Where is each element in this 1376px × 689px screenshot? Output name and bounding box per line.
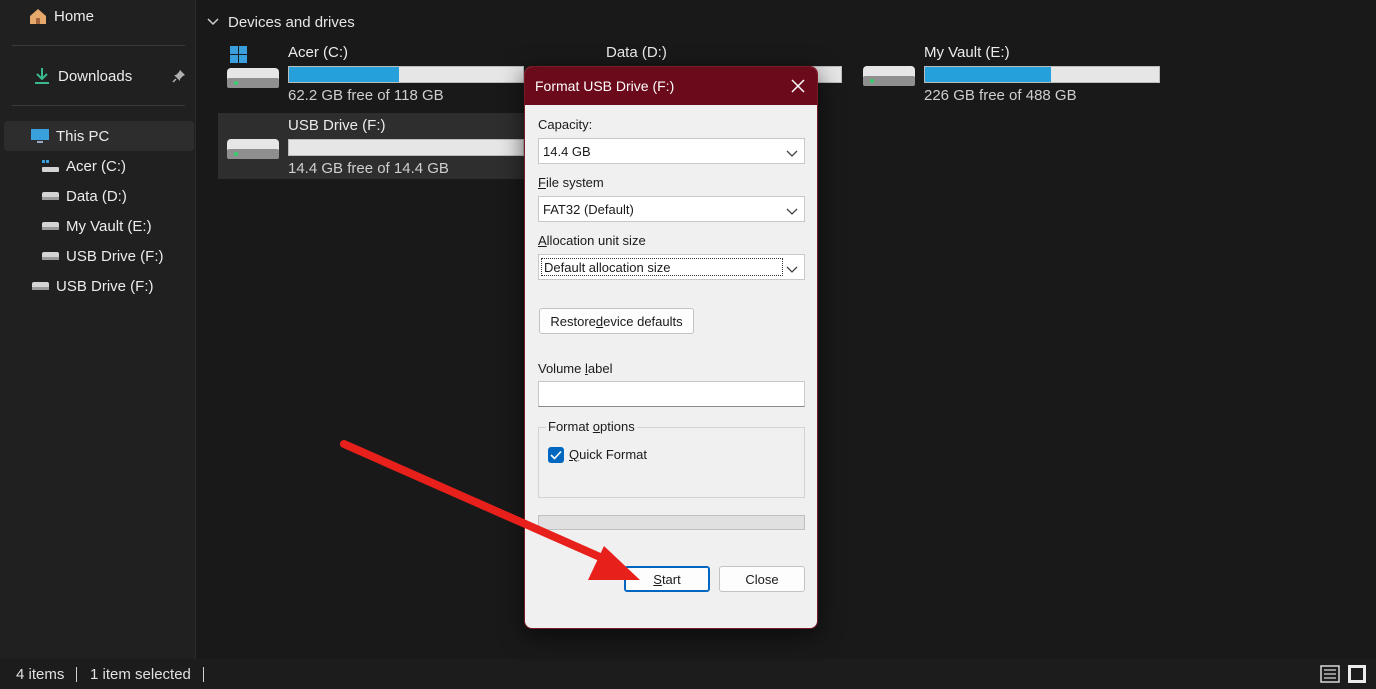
allocation-unit-select[interactable]: Default allocation size bbox=[538, 254, 805, 280]
status-bar: 4 items 1 item selected bbox=[0, 659, 1376, 689]
volume-label-input[interactable] bbox=[538, 381, 805, 407]
close-icon[interactable] bbox=[789, 77, 807, 95]
sidebar-item-drive-d[interactable]: Data (D:) bbox=[40, 181, 190, 211]
section-header-devices[interactable]: Devices and drives bbox=[206, 10, 355, 34]
selection-count: 1 item selected bbox=[90, 665, 191, 683]
drive-tile-e[interactable]: My Vault (E:) 226 GB free of 488 GB bbox=[854, 40, 1162, 106]
file-system-label: File system bbox=[538, 175, 604, 190]
drive-free-space: 14.4 GB free of 14.4 GB bbox=[288, 160, 449, 177]
drive-icon bbox=[40, 186, 60, 206]
section-title: Devices and drives bbox=[228, 13, 355, 31]
navigation-pane: Home Downloads This PC Acer (C:) Data (D… bbox=[0, 0, 196, 659]
usb-drive-icon bbox=[40, 246, 60, 266]
restore-defaults-button[interactable]: Restore d evice defaults bbox=[539, 308, 694, 334]
chevron-down-icon bbox=[206, 18, 220, 26]
sidebar-item-label: Downloads bbox=[58, 67, 133, 85]
sidebar-item-usb-root[interactable]: USB Drive (F:) bbox=[30, 271, 190, 301]
sidebar-item-label: USB Drive (F:) bbox=[66, 247, 164, 265]
usb-drive-icon bbox=[30, 276, 50, 296]
quick-format-label[interactable]: Quick Format bbox=[569, 447, 647, 462]
drive-free-space: 62.2 GB free of 118 GB bbox=[288, 87, 444, 104]
windows-drive-icon bbox=[40, 156, 60, 176]
home-icon bbox=[28, 6, 48, 26]
format-dialog: Format USB Drive (F:) Capacity: 14.4 GB … bbox=[524, 66, 818, 629]
windows-drive-icon bbox=[224, 46, 280, 90]
start-button[interactable]: Start bbox=[624, 566, 710, 592]
chevron-down-icon bbox=[786, 204, 798, 215]
file-system-select[interactable]: FAT32 (Default) bbox=[538, 196, 805, 222]
sidebar-item-label: Data (D:) bbox=[66, 187, 127, 205]
drive-usage-bar bbox=[924, 66, 1160, 83]
close-button[interactable]: Close bbox=[719, 566, 805, 592]
sidebar-item-label: Home bbox=[54, 7, 95, 25]
sidebar-item-drive-f[interactable]: USB Drive (F:) bbox=[40, 241, 190, 271]
sidebar-item-label: This PC bbox=[56, 127, 110, 145]
item-count: 4 items bbox=[16, 665, 65, 683]
divider bbox=[76, 667, 77, 682]
sidebar-item-drive-c[interactable]: Acer (C:) bbox=[40, 151, 190, 181]
quick-format-checkbox[interactable] bbox=[548, 447, 564, 463]
format-options-title: Format options bbox=[546, 419, 637, 434]
sidebar-item-label: Acer (C:) bbox=[66, 157, 126, 175]
details-view-icon[interactable] bbox=[1320, 664, 1340, 684]
capacity-label: Capacity: bbox=[538, 117, 593, 132]
dialog-title: Format USB Drive (F:) bbox=[535, 78, 675, 94]
capacity-select[interactable]: 14.4 GB bbox=[538, 138, 805, 164]
divider bbox=[203, 667, 204, 682]
drive-name: My Vault (E:) bbox=[924, 44, 1010, 61]
drive-name: Acer (C:) bbox=[288, 44, 348, 61]
drive-icon bbox=[40, 216, 60, 236]
drive-tile-c[interactable]: Acer (C:) 62.2 GB free of 118 GB bbox=[218, 40, 526, 106]
drive-icon bbox=[860, 56, 916, 90]
dialog-titlebar[interactable]: Format USB Drive (F:) bbox=[525, 67, 817, 105]
divider bbox=[12, 45, 185, 46]
allocation-unit-value: Default allocation size bbox=[541, 258, 783, 276]
chevron-down-icon bbox=[786, 146, 798, 157]
allocation-unit-label: Allocation unit size bbox=[538, 233, 646, 248]
sidebar-item-this-pc[interactable]: This PC bbox=[4, 121, 194, 151]
pin-icon[interactable] bbox=[172, 69, 186, 87]
drive-free-space: 226 GB free of 488 GB bbox=[924, 87, 1077, 104]
file-system-value: FAT32 (Default) bbox=[543, 201, 634, 217]
format-options-group: Format options Quick Format bbox=[538, 419, 805, 498]
computer-icon bbox=[30, 126, 50, 146]
sidebar-item-drive-e[interactable]: My Vault (E:) bbox=[40, 211, 190, 241]
drive-usage-bar bbox=[288, 139, 524, 156]
divider bbox=[12, 105, 185, 106]
sidebar-item-home[interactable]: Home bbox=[28, 1, 188, 31]
drive-tile-f[interactable]: USB Drive (F:) 14.4 GB free of 14.4 GB bbox=[218, 113, 526, 179]
chevron-down-icon bbox=[786, 262, 798, 273]
usb-drive-icon bbox=[224, 129, 280, 163]
drive-name: Data (D:) bbox=[606, 44, 667, 61]
sidebar-item-downloads[interactable]: Downloads bbox=[32, 61, 192, 91]
capacity-value: 14.4 GB bbox=[543, 143, 591, 159]
sidebar-item-label: My Vault (E:) bbox=[66, 217, 152, 235]
checkmark-icon bbox=[550, 450, 562, 460]
tiles-view-icon[interactable] bbox=[1347, 664, 1367, 684]
volume-label-label: Volume label bbox=[538, 361, 613, 376]
format-progress-bar bbox=[538, 515, 805, 530]
drive-name: USB Drive (F:) bbox=[288, 117, 386, 134]
drive-usage-bar bbox=[288, 66, 524, 83]
sidebar-item-label: USB Drive (F:) bbox=[56, 277, 154, 295]
download-icon bbox=[32, 66, 52, 86]
